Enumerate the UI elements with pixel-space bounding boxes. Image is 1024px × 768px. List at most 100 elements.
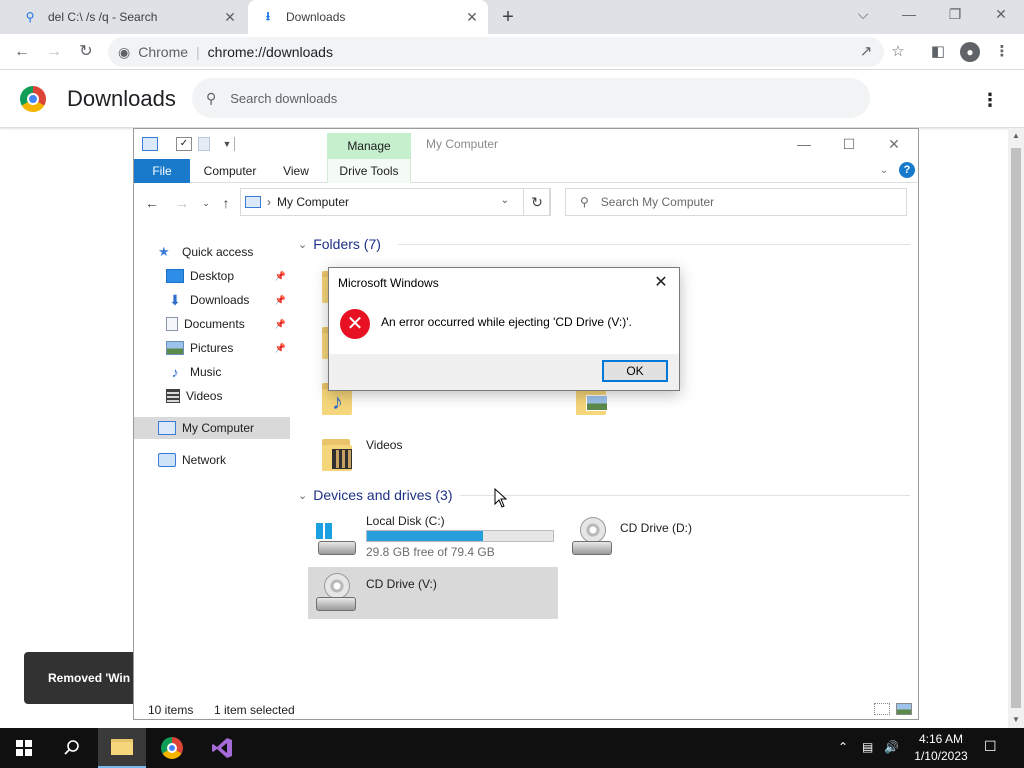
- videos-icon: [166, 389, 180, 403]
- omnibox[interactable]: ◉ Chrome | chrome://downloads: [108, 37, 884, 67]
- chrome-menu-icon[interactable]: ⋮: [990, 40, 1014, 64]
- drive-body: [572, 541, 612, 555]
- notifications-icon[interactable]: ☐: [984, 738, 997, 755]
- address-bar[interactable]: › My Computer ⌄: [240, 188, 550, 216]
- ok-button[interactable]: OK: [602, 360, 668, 382]
- drive-name-d[interactable]: CD Drive (D:): [620, 521, 692, 535]
- close-window-button[interactable]: ✕: [978, 0, 1024, 30]
- help-icon[interactable]: ?: [899, 162, 915, 178]
- nav-quick-access[interactable]: ★ Quick access: [158, 241, 314, 263]
- nav-pictures[interactable]: Pictures 📌: [166, 337, 290, 359]
- volume-icon[interactable]: 🔊: [884, 740, 899, 754]
- restore-button[interactable]: ❐: [932, 0, 978, 30]
- group-header-devices[interactable]: ⌄ Devices and drives (3): [298, 485, 910, 505]
- page-scrollbar[interactable]: ▲ ▼: [1008, 128, 1024, 728]
- cd-drive-icon[interactable]: [570, 517, 614, 561]
- breadcrumb: My Computer: [277, 195, 350, 209]
- error-icon: ✕: [340, 309, 370, 339]
- file-explorer-icon[interactable]: [98, 728, 146, 768]
- nav-my-computer[interactable]: My Computer: [134, 417, 290, 439]
- scroll-down-arrow-icon[interactable]: ▼: [1008, 712, 1024, 728]
- group-header-folders[interactable]: ⌄ Folders (7): [298, 234, 910, 254]
- forward-button[interactable]: →: [172, 194, 192, 212]
- drive-free-space-c: 29.8 GB free of 79.4 GB: [366, 545, 495, 559]
- tab-search-button[interactable]: ⌵: [840, 0, 886, 30]
- profile-avatar-icon[interactable]: ●: [958, 40, 982, 64]
- tab-view[interactable]: View: [274, 159, 318, 183]
- nav-label: Network: [182, 453, 227, 467]
- windows-disk-icon[interactable]: [314, 519, 358, 563]
- collapse-chevron-icon[interactable]: ⌄: [298, 238, 307, 251]
- chrome-icon[interactable]: [148, 728, 196, 768]
- minimize-button[interactable]: —: [784, 133, 824, 155]
- nav-documents[interactable]: Documents 📌: [166, 313, 290, 335]
- large-icons-view-icon[interactable]: [896, 703, 912, 715]
- customize-toolbar-icon[interactable]: ▼: [219, 137, 235, 151]
- maximize-button[interactable]: ☐: [829, 133, 869, 155]
- search-input[interactable]: ⚲ Search My Computer: [565, 188, 907, 216]
- nav-downloads[interactable]: ⬇ Downloads 📌: [166, 289, 290, 311]
- scrollbar-thumb[interactable]: [1011, 148, 1021, 708]
- nav-label: Quick access: [182, 245, 254, 259]
- picture-thumbnail-icon: [586, 395, 608, 411]
- minimize-button[interactable]: —: [886, 0, 932, 30]
- close-icon[interactable]: ✕: [649, 273, 673, 293]
- collapse-chevron-icon[interactable]: ⌄: [298, 489, 307, 502]
- more-actions-icon[interactable]: ⋮: [980, 88, 1000, 112]
- cd-drive-icon[interactable]: [314, 573, 358, 617]
- system-clock[interactable]: 4:16 AM 1/10/2023: [910, 731, 972, 765]
- details-view-icon[interactable]: [874, 703, 890, 715]
- side-panel-icon[interactable]: ◧: [926, 40, 950, 64]
- search-downloads-input[interactable]: ⚲ Search downloads: [192, 78, 870, 118]
- network-icon: [158, 453, 176, 467]
- share-icon[interactable]: ↗: [854, 40, 878, 64]
- new-tab-button[interactable]: +: [498, 7, 518, 27]
- file-explorer-window: ✓ ▼ Manage My Computer — ☐ ✕ File Comput…: [133, 128, 919, 720]
- computer-icon[interactable]: [142, 137, 158, 151]
- manage-context-tab[interactable]: Manage: [327, 133, 411, 159]
- close-window-button[interactable]: ✕: [874, 133, 914, 155]
- tab-file[interactable]: File: [134, 159, 190, 183]
- close-tab-button[interactable]: ✕: [464, 9, 480, 25]
- search-icon[interactable]: [48, 728, 96, 768]
- videos-folder-icon[interactable]: [322, 435, 352, 471]
- disc-icon: [580, 517, 606, 543]
- expand-ribbon-icon[interactable]: ⌄: [876, 163, 892, 179]
- recent-locations-icon[interactable]: ⌄: [196, 194, 216, 212]
- page-title: Downloads: [67, 86, 176, 111]
- tab-drive-tools[interactable]: Drive Tools: [327, 159, 411, 183]
- folder-name-videos[interactable]: Videos: [366, 438, 402, 452]
- dialog-body: ✕ An error occurred while ejecting 'CD D…: [329, 298, 679, 354]
- visual-studio-icon[interactable]: [198, 728, 246, 768]
- pin-icon: 📌: [274, 270, 286, 281]
- show-hidden-icons-icon[interactable]: ⌃: [838, 740, 848, 754]
- forward-button[interactable]: →: [42, 40, 66, 64]
- address-dropdown-icon[interactable]: ⌄: [501, 195, 509, 206]
- bookmark-star-icon[interactable]: ☆: [886, 40, 910, 64]
- back-button[interactable]: ←: [10, 40, 34, 64]
- tab-search[interactable]: ⚲ del C:\ /s /q - Search ✕: [8, 0, 246, 34]
- refresh-button[interactable]: ↻: [523, 188, 551, 216]
- pictures-icon: [166, 341, 184, 355]
- reload-button[interactable]: ↻: [74, 40, 98, 64]
- pin-icon: 📌: [274, 342, 286, 353]
- nav-music[interactable]: ♪ Music: [166, 361, 290, 383]
- nav-videos[interactable]: Videos: [166, 385, 290, 407]
- up-button[interactable]: ↑: [216, 194, 236, 212]
- scroll-up-arrow-icon[interactable]: ▲: [1008, 128, 1024, 144]
- nav-desktop[interactable]: Desktop 📌: [166, 265, 290, 287]
- new-folder-icon[interactable]: [198, 137, 210, 151]
- nav-network[interactable]: Network: [158, 449, 314, 471]
- start-icon[interactable]: [0, 728, 48, 768]
- close-tab-button[interactable]: ✕: [222, 9, 238, 25]
- error-dialog: Microsoft Windows ✕ ✕ An error occurred …: [328, 267, 680, 391]
- network-icon[interactable]: ▤: [862, 740, 873, 754]
- chrome-page-icon: ◉: [118, 43, 131, 60]
- drive-name-v[interactable]: CD Drive (V:): [366, 577, 437, 591]
- tab-downloads[interactable]: ⭳ Downloads ✕: [248, 0, 488, 34]
- properties-icon[interactable]: ✓: [176, 137, 192, 151]
- disc-icon: [324, 573, 350, 599]
- drive-name-c[interactable]: Local Disk (C:): [366, 514, 445, 528]
- tab-computer[interactable]: Computer: [196, 159, 264, 183]
- back-button[interactable]: ←: [142, 194, 162, 212]
